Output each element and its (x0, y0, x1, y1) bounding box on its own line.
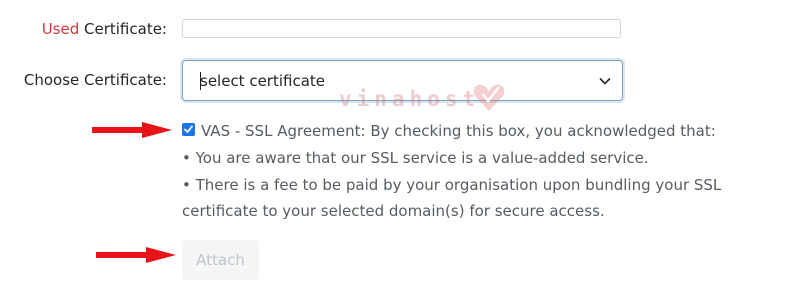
chevron-down-icon (599, 78, 611, 85)
agreement-checkbox[interactable] (182, 123, 195, 136)
agreement-bullet-1: • You are aware that our SSL service is … (182, 149, 649, 167)
watermark-text: vinahost (339, 87, 481, 111)
certificate-select-value: select certificate (200, 72, 326, 90)
attach-button[interactable]: Attach (182, 240, 259, 280)
agreement-title: VAS - SSL Agreement: By checking this bo… (201, 122, 716, 140)
text-caret (200, 72, 201, 90)
checkmark-icon (184, 125, 193, 133)
used-label-highlight: Used (41, 20, 80, 38)
agreement-bullet-2: • There is a fee to be paid by your orga… (182, 176, 722, 194)
agreement-bullet-2-continued: certificate to your selected domain(s) f… (182, 202, 605, 220)
choose-certificate-label: Choose Certificate: (23, 71, 167, 89)
red-arrow-icon (96, 247, 176, 263)
used-label-rest: Certificate: (79, 20, 167, 38)
watermark-heart-icon (473, 84, 505, 111)
red-arrow-icon (92, 122, 172, 138)
used-certificate-input[interactable] (182, 19, 621, 38)
used-certificate-label: Used Certificate: (42, 20, 167, 38)
